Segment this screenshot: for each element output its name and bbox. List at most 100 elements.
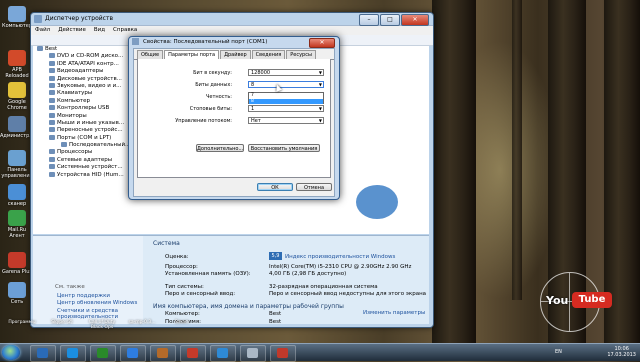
dialog-tab[interactable]: Общие [137,50,164,59]
window-titlebar[interactable]: Диспетчер устройств – □ ✕ [31,13,433,26]
system-info-value: 32-разрядная операционная система [269,284,378,290]
desktop-app-icon [8,150,26,166]
desktop-shortcut-label[interactable]: Программы [4,320,40,325]
taskbar-button[interactable] [60,345,86,362]
taskbar-button[interactable] [210,345,236,362]
system-info-key: Перо и сенсорный ввод: [165,291,236,297]
com-port-properties-dialog: Свойства: Последовательный порт (COM1) ✕… [128,36,340,200]
taskbar-button[interactable] [90,345,116,362]
device-category-icon [49,127,55,133]
language-indicator[interactable]: EN [555,349,562,355]
menu-view[interactable]: Вид [94,26,105,35]
computer-info-value: Best [269,311,282,317]
data-bits-select[interactable]: 8 ▼ [248,81,324,88]
cancel-button[interactable]: Отмена [296,183,332,191]
dialog-tab[interactable]: Сведения [251,50,286,59]
taskbar-button[interactable] [270,345,296,362]
desktop-icon[interactable]: Mail.Ru Агент [0,210,34,239]
chevron-down-icon[interactable]: ▼ [319,119,322,123]
desktop-shortcut-label[interactable]: sa-mp-0.3... [124,320,160,325]
chevron-down-icon[interactable]: ▼ [319,107,322,111]
system-info-key: Тип системы: [165,284,204,290]
change-params-link[interactable]: Изменить параметры [363,310,425,316]
port-settings-pane: Бит в секунду: 128000 ▼ Биты данных: 8 ▼ Четно… [137,59,331,178]
device-category-icon [49,68,55,74]
menu-action[interactable]: Действие [58,26,86,35]
desktop-icon[interactable]: Компьютер [0,6,34,29]
close-button[interactable]: ✕ [401,14,429,26]
taskbar-button[interactable] [120,345,146,362]
clock[interactable]: 10:06 17.03.2013 [607,346,636,358]
tree-item-label: Контроллеры USB [57,105,110,112]
data-bits-dropdown-list[interactable]: 7 8 [248,92,324,104]
minimize-button[interactable]: – [359,14,379,26]
device-category-icon [49,75,55,81]
baud-rate-select[interactable]: 128000 ▼ [248,69,324,76]
restore-defaults-button[interactable]: Восстановить умолчания [248,144,320,152]
link-performance-tools[interactable]: Счетчики и средства производительности [57,308,137,320]
device-category-icon [49,149,55,155]
dialog-tab[interactable]: Драйвер [220,50,251,59]
dialog-close-button[interactable]: ✕ [309,38,335,48]
desktop-icon[interactable]: сканер [0,184,34,207]
youtube-tube-text: Tube [572,292,612,308]
desktop-icon-label: APB Reloaded [5,67,29,79]
system-info-key: Установленная память (ОЗУ): [165,271,251,277]
taskbar-button[interactable] [240,345,266,362]
desktop-shortcut-label[interactable]: Call of Duty Black Ops [84,320,120,330]
device-manager-icon [217,348,228,358]
flow-control-select[interactable]: Нет ▼ [248,117,324,124]
desktop-icon-label: сканер [7,201,27,207]
youtube-watermark: You Tube [546,286,612,318]
device-category-icon [49,156,55,162]
taskbar-button[interactable] [180,345,206,362]
dialog-tab[interactable]: Ресурсы [286,50,316,59]
chevron-down-icon[interactable]: ▼ [319,71,322,75]
desktop-icon-label: Garena Plus [2,269,32,275]
performance-index-link[interactable]: Индекс производительности Windows [285,254,395,260]
desktop-icon[interactable]: Сеть [0,282,34,305]
desktop-icon[interactable]: APB Reloaded [0,50,34,79]
device-category-icon [37,46,43,51]
stop-bits-label: Стоповые биты: [189,106,232,112]
system-info-value: Перо и сенсорный ввод недоступны для это… [269,291,427,297]
explorer-icon [37,348,48,358]
desktop-app-icon [8,116,26,132]
folder-icon [157,348,168,358]
ok-button[interactable]: ОК [257,183,293,191]
tree-item-label: Видеоадаптеры [57,68,104,75]
wei-score-badge[interactable]: 5,9 [269,252,282,260]
computer-name-section-title: Имя компьютера, имя домена и параметры р… [153,303,344,310]
dialog-title: Свойства: Последовательный порт (COM1) [143,39,268,45]
desktop-shortcut-label[interactable]: Skype (2) [44,320,80,325]
menu-file[interactable]: Файл [35,26,50,35]
link-action-center[interactable]: Центр поддержки [57,293,110,299]
advanced-button[interactable]: Дополнительно... [196,144,244,152]
menu-bar: Файл Действие Вид Справка [31,25,433,35]
maximize-button[interactable]: □ [380,14,400,26]
desktop-shortcut-label[interactable]: Steam [164,320,200,325]
desktop-icon[interactable]: Google Chrome [0,82,34,111]
device-manager-icon [34,15,42,23]
desktop-icon-label: Сеть [10,299,24,305]
stop-bits-select[interactable]: 1 ▼ [248,105,324,112]
device-category-icon [49,82,55,88]
device-category-icon [49,164,55,170]
chevron-down-icon[interactable]: ▼ [319,83,322,87]
taskbar-button[interactable] [150,345,176,362]
desktop-icon[interactable]: Администр... [0,116,34,139]
link-windows-update[interactable]: Центр обновления Windows [57,300,137,306]
tree-item-label: Процессоры [57,149,93,156]
dropdown-option-selected[interactable]: 8 [249,98,323,104]
dialog-body: Общие Параметры порта Драйвер Сведения Ресур… [133,48,335,197]
device-category-icon [49,90,55,96]
window-title: Диспетчер устройств [45,15,114,22]
baud-rate-label: Бит в секунду: [193,70,232,76]
desktop-icon-label: Google Chrome [7,99,27,111]
desktop-icon[interactable]: Панель управления [0,150,34,179]
menu-help[interactable]: Справка [113,26,137,35]
taskbar-button[interactable] [30,345,56,362]
start-button[interactable] [2,345,20,360]
desktop-icon[interactable]: Garena Plus [0,252,34,275]
dialog-titlebar[interactable]: Свойства: Последовательный порт (COM1) ✕ [129,37,339,48]
